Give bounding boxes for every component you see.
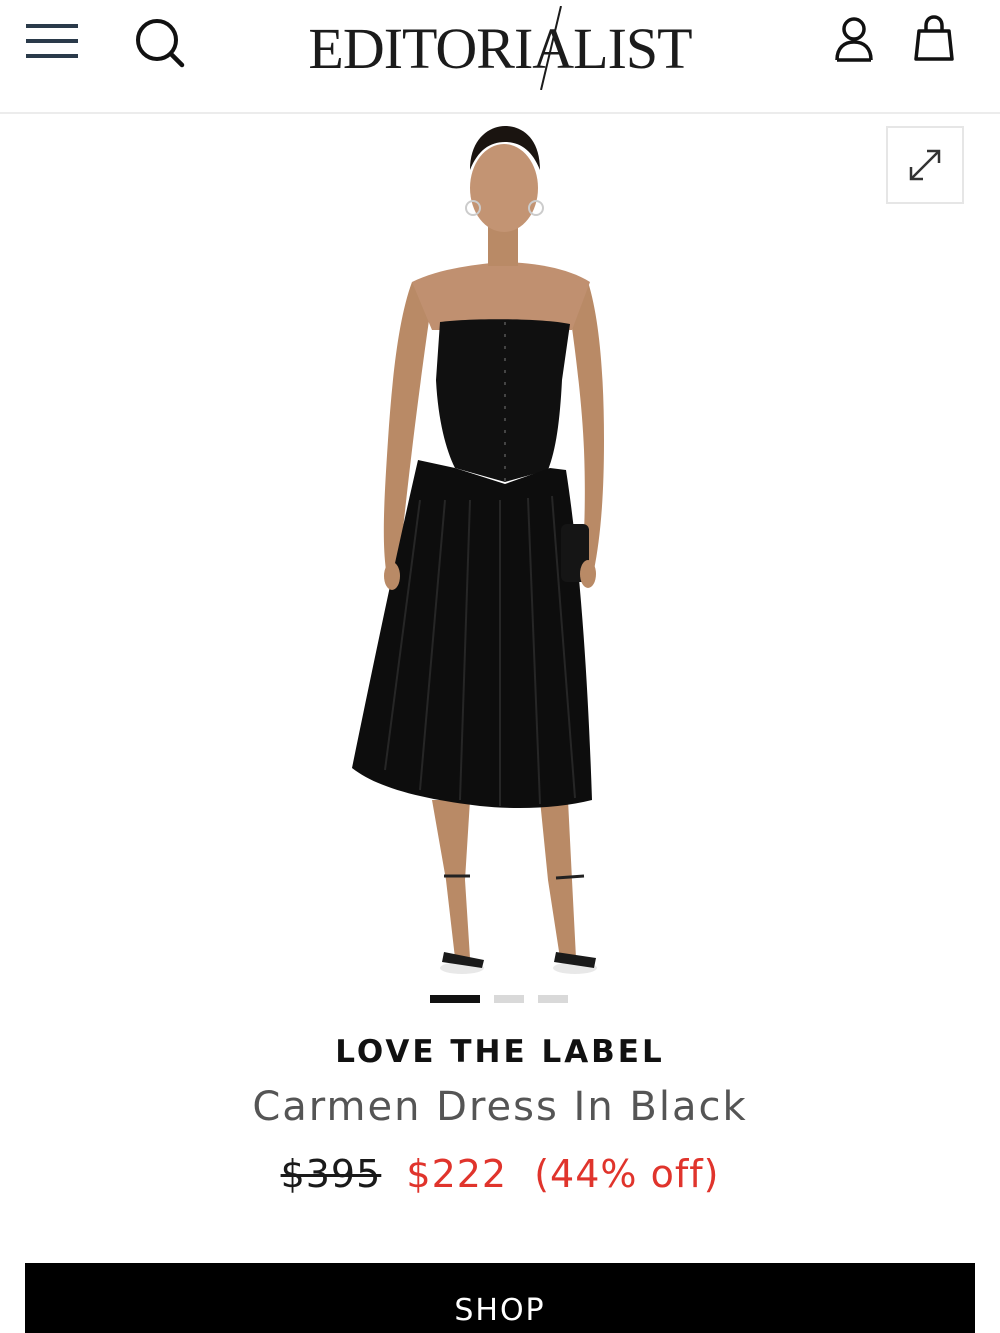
sale-price: $222	[406, 1152, 508, 1196]
user-icon	[835, 17, 873, 62]
account-button[interactable]	[826, 12, 882, 68]
carousel-dot-1[interactable]	[430, 995, 480, 1003]
expand-icon	[909, 149, 941, 181]
shop-button[interactable]: SHOP	[25, 1263, 975, 1333]
carousel-dot-2[interactable]	[494, 995, 524, 1003]
shop-button-label: SHOP	[454, 1293, 546, 1328]
menu-icon	[26, 24, 78, 58]
carousel-dot-3[interactable]	[538, 995, 568, 1003]
expand-image-button[interactable]	[886, 126, 964, 204]
product-brand[interactable]: LOVE THE LABEL	[0, 1034, 1000, 1070]
menu-button[interactable]	[22, 16, 82, 66]
site-logo[interactable]: EDITORIALIST	[280, 6, 720, 90]
product-image[interactable]	[0, 116, 1000, 996]
logo-text: EDITORIALIST	[308, 15, 692, 81]
product-page: EDITORIALIST LOVE THE LABEL Carmen Dress…	[0, 0, 1000, 1333]
logo-slash-mark	[540, 6, 562, 90]
shopping-bag-icon	[914, 15, 954, 61]
discount-label: (44% off)	[534, 1152, 720, 1196]
product-name: Carmen Dress In Black	[252, 1084, 748, 1130]
price-row: $395 $222 (44% off)	[0, 1152, 1000, 1196]
carousel-indicators	[430, 994, 568, 1004]
original-price: $395	[280, 1152, 382, 1196]
site-header: EDITORIALIST	[0, 0, 1000, 114]
bag-button[interactable]	[906, 10, 962, 66]
search-icon	[136, 19, 185, 68]
model-dress-illustration	[352, 126, 604, 974]
search-button[interactable]	[130, 12, 190, 72]
